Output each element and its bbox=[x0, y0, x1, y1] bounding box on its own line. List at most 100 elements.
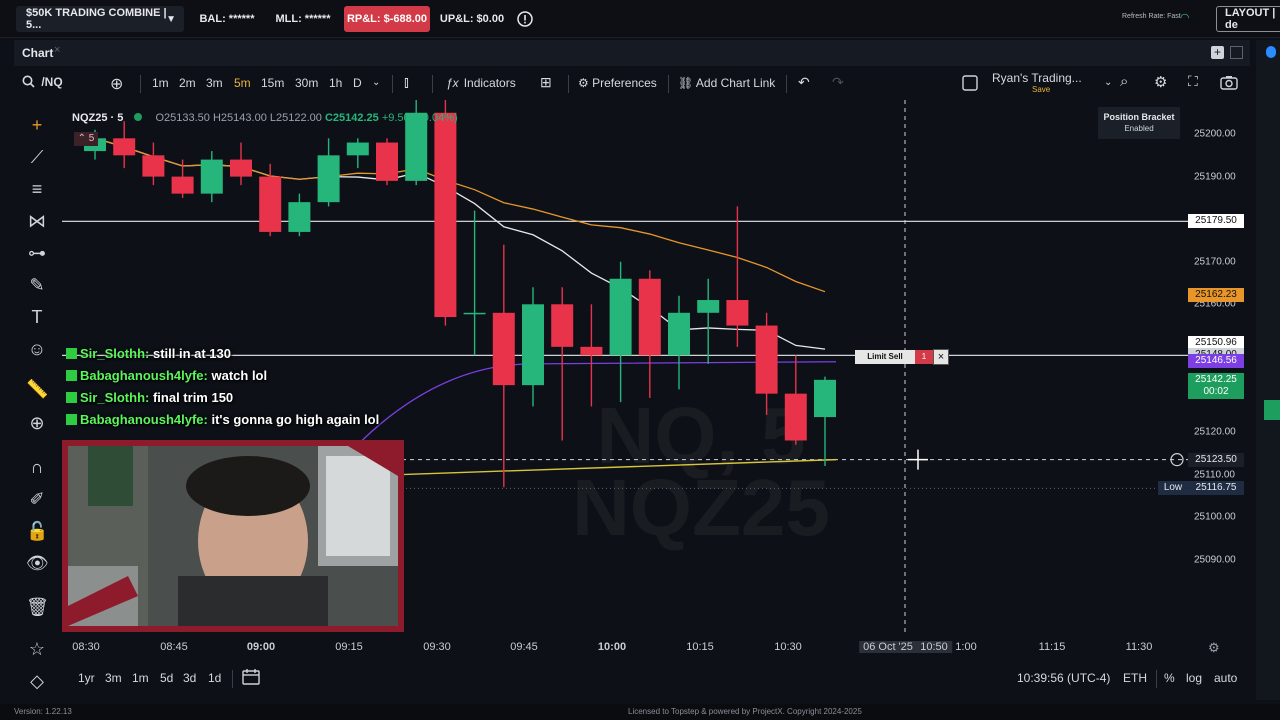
templates-grid-icon[interactable]: ⊞ bbox=[540, 74, 552, 91]
interval-5m[interactable]: 5m bbox=[234, 76, 251, 90]
buy-button-edge[interactable] bbox=[1264, 400, 1280, 420]
range-1yr[interactable]: 1yr bbox=[78, 671, 95, 685]
interval-chevron-icon[interactable]: ⌄ bbox=[372, 77, 380, 88]
interval-1h[interactable]: 1h bbox=[329, 76, 342, 90]
interval-3m[interactable]: 3m bbox=[206, 76, 223, 90]
undo-icon[interactable]: ↶ bbox=[798, 74, 810, 91]
layers-icon[interactable]: ◇ bbox=[26, 670, 48, 692]
preferences-button[interactable]: ⚙ Preferences bbox=[578, 76, 657, 90]
limit-sell-order-label[interactable]: Limit Sell bbox=[855, 350, 915, 364]
star-icon[interactable]: ☆ bbox=[26, 638, 48, 660]
add-chart-link-button[interactable]: ⛓ Add Chart Link bbox=[678, 76, 775, 90]
interval-2m[interactable]: 2m bbox=[179, 76, 196, 90]
legend-high: H25143.00 bbox=[212, 112, 267, 124]
drawing-toolbar: + ⟋ ≡ ⋈ ⊶ ✎ T ☺ 📏 ⊕ ∩ ✐ 🔓 👁 🗑 ☆ ◇ bbox=[14, 100, 60, 700]
layout-save-label: Save bbox=[1032, 85, 1051, 94]
candle-body bbox=[492, 312, 515, 386]
time-tick-label: 09:00 bbox=[246, 641, 276, 653]
magnet-icon[interactable]: ∩ bbox=[26, 456, 48, 478]
time-tick-label: 09:15 bbox=[335, 641, 363, 653]
trendline-icon[interactable]: ⟋ bbox=[26, 146, 48, 168]
symbol-input[interactable]: /NQ bbox=[41, 75, 62, 89]
price-tick-label: 25110.00 bbox=[1194, 469, 1235, 481]
position-bracket-badge[interactable]: Position Bracket Enabled bbox=[1098, 107, 1180, 139]
interval-15m[interactable]: 15m bbox=[261, 76, 284, 90]
emoji-icon[interactable]: ☺ bbox=[26, 338, 48, 360]
webcam-image bbox=[68, 446, 398, 626]
price-tag: 25179.50 bbox=[1188, 214, 1244, 229]
chat-username: Babaghanoush4lyfe: bbox=[80, 368, 208, 383]
pattern-icon[interactable]: ⋈ bbox=[26, 210, 48, 232]
calendar-icon[interactable] bbox=[242, 669, 260, 688]
flag-count: 5 bbox=[88, 133, 95, 144]
pencil-lock-icon[interactable]: ✐ bbox=[26, 488, 48, 510]
session-toggle[interactable]: ETH bbox=[1123, 671, 1147, 685]
checkbox-icon[interactable] bbox=[962, 75, 978, 94]
interval-1m[interactable]: 1m bbox=[152, 76, 169, 90]
clock-display[interactable]: 10:39:56 (UTC-4) bbox=[1017, 671, 1110, 685]
fib-icon[interactable]: ⊶ bbox=[26, 242, 48, 264]
auto-scale-toggle[interactable]: auto bbox=[1214, 671, 1237, 685]
range-1d[interactable]: 1d bbox=[208, 671, 221, 685]
candle-body bbox=[551, 304, 574, 347]
crosshair-icon[interactable]: + bbox=[26, 114, 48, 136]
eye-icon[interactable]: 👁 bbox=[26, 552, 49, 574]
price-tag: 25162.23 bbox=[1188, 287, 1244, 302]
candle-body bbox=[726, 300, 749, 326]
symbol-search[interactable]: /NQ bbox=[22, 75, 63, 89]
zoom-search-icon[interactable]: ⌕ bbox=[1120, 73, 1128, 90]
candle-body bbox=[814, 379, 836, 418]
candle-body bbox=[113, 138, 136, 156]
indicators-label: Indicators bbox=[463, 76, 516, 90]
candle-body bbox=[609, 278, 632, 356]
camera-icon[interactable] bbox=[1220, 75, 1238, 93]
info-icon[interactable] bbox=[514, 6, 536, 32]
range-3d[interactable]: 3d bbox=[183, 671, 196, 685]
interval-30m[interactable]: 30m bbox=[295, 76, 318, 90]
horizontal-lines-icon[interactable]: ≡ bbox=[26, 178, 48, 200]
candle-body bbox=[434, 112, 457, 318]
trash-icon[interactable]: 🗑 bbox=[26, 596, 49, 618]
range-5d[interactable]: 5d bbox=[160, 671, 173, 685]
lock-icon[interactable]: 🔓 bbox=[26, 520, 48, 542]
log-scale-toggle[interactable]: log bbox=[1186, 671, 1202, 685]
limit-order-qty[interactable]: 1 bbox=[915, 350, 933, 364]
session-low-tag: 25116.75 bbox=[1188, 481, 1244, 496]
time-tick-label: 08:45 bbox=[160, 641, 188, 653]
candle-type-icon[interactable]: ⫾ bbox=[404, 74, 409, 91]
brush-icon[interactable]: ✎ bbox=[26, 274, 48, 296]
interval-d[interactable]: D bbox=[353, 76, 362, 90]
add-panel-button[interactable]: + bbox=[1211, 46, 1224, 59]
redo-icon[interactable]: ↷ bbox=[832, 74, 844, 91]
chevron-down-icon[interactable]: ⌄ bbox=[1104, 77, 1112, 88]
text-icon[interactable]: T bbox=[26, 306, 48, 328]
candle-body bbox=[668, 312, 690, 356]
range-1m[interactable]: 1m bbox=[132, 671, 149, 685]
percent-scale-toggle[interactable]: % bbox=[1164, 671, 1175, 685]
chat-username: Sir_Slothh: bbox=[80, 390, 150, 405]
axis-settings-icon[interactable]: ⚙ bbox=[1208, 640, 1220, 656]
mll-display: MLL: ****** bbox=[275, 13, 331, 25]
zoom-in-icon[interactable]: ⊕ bbox=[26, 412, 48, 434]
ruler-icon[interactable]: 📏 bbox=[26, 378, 48, 400]
fullscreen-icon[interactable]: ⛶ bbox=[1188, 73, 1198, 90]
series-collapse-flag[interactable]: ⌃ 5 bbox=[74, 132, 98, 146]
candle-body bbox=[376, 142, 398, 181]
indicators-button[interactable]: ƒx Indicators bbox=[446, 76, 516, 90]
price-axis[interactable]: 25200.0025190.0025170.0025160.0025130.00… bbox=[1188, 100, 1250, 632]
time-tick-label: 10:30 bbox=[774, 641, 802, 653]
time-axis[interactable]: ⚙ 08:30 08:45 09:00 09:15 09:30 09:45 10:00 10:… bbox=[62, 636, 1250, 660]
settings-gear-icon[interactable]: ⚙ bbox=[1154, 73, 1167, 91]
tab-close-icon[interactable]: × bbox=[54, 44, 60, 56]
layout-button[interactable]: LAYOUT | de bbox=[1216, 6, 1280, 32]
unrealized-pnl-display: UP&L: $0.00 bbox=[439, 13, 505, 25]
layout-dropdown[interactable]: Ryan's Trading... Save bbox=[992, 72, 1082, 96]
maximize-icon[interactable] bbox=[1230, 46, 1243, 59]
tab-chart[interactable]: Chart bbox=[22, 46, 53, 60]
time-tick-label: 10:15 bbox=[686, 641, 714, 653]
cancel-order-icon[interactable]: × bbox=[933, 349, 949, 365]
account-selector[interactable]: $50K TRADING COMBINE | 5... ▼ bbox=[16, 6, 184, 32]
layout-name: Ryan's Trading... bbox=[992, 71, 1082, 85]
compare-add-icon[interactable]: ⊕ bbox=[110, 74, 123, 94]
range-3m[interactable]: 3m bbox=[105, 671, 122, 685]
